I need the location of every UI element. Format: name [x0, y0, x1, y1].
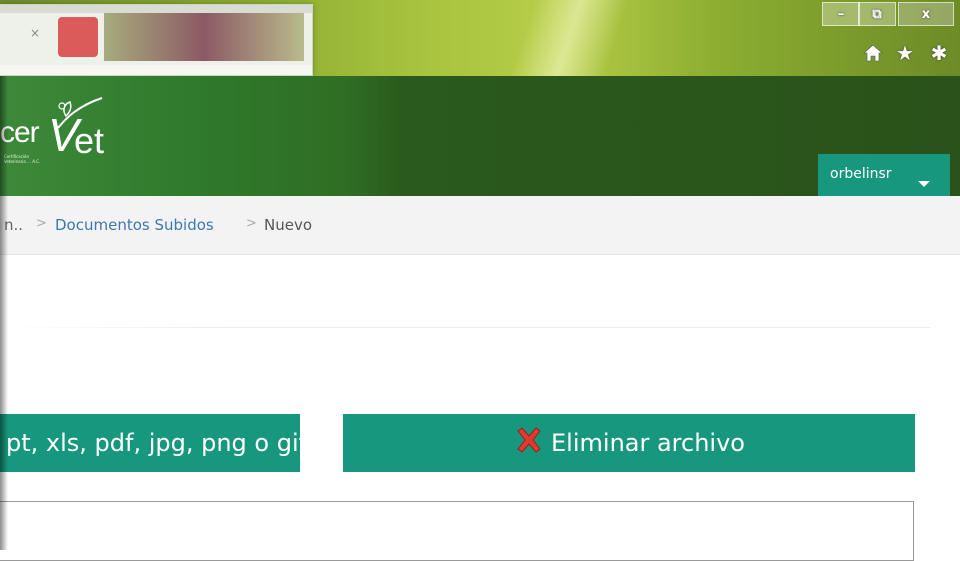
breadcrumb-item-current: Nuevo	[264, 216, 313, 234]
thumbnail-image	[104, 13, 304, 61]
breadcrumb-separator-icon: >	[36, 216, 47, 231]
logo-subtitle: Certificación Veterinaria ... A.C.	[4, 154, 41, 164]
tab-thumbnail[interactable]: ×	[0, 4, 313, 76]
logo[interactable]: cer V et Certificación Veterinaria ... A…	[0, 94, 130, 184]
delete-file-button[interactable]: Eliminar archivo	[343, 414, 915, 472]
home-icon[interactable]	[862, 42, 884, 64]
delete-file-label: Eliminar archivo	[551, 429, 745, 457]
user-name: orbelinsr	[830, 166, 892, 182]
select-file-button[interactable]: pt, xls, pdf, jpg, png o gif	[0, 414, 300, 472]
content-divider	[0, 327, 930, 328]
breadcrumb-item-documentos-subidos[interactable]: Documentos Subidos	[55, 216, 214, 234]
thumbnail-strip	[0, 65, 312, 75]
logo-text-et: et	[74, 120, 105, 161]
caret-down-icon	[918, 181, 930, 187]
star-icon[interactable]: ★	[894, 42, 916, 64]
window-chrome: × – ⧉ x ★ ✱	[0, 0, 960, 76]
delete-x-icon	[513, 424, 545, 462]
close-button[interactable]: x	[898, 2, 954, 26]
breadcrumb: n.. > Documentos Subidos > Nuevo	[0, 196, 960, 255]
gear-icon[interactable]: ✱	[928, 42, 950, 64]
window-edge-shadow	[0, 76, 8, 550]
background-light-streak	[500, 0, 630, 76]
file-input-box[interactable]	[0, 501, 914, 561]
site-header: cer V et Certificación Veterinaria ... A…	[0, 76, 960, 216]
file-types-label: pt, xls, pdf, jpg, png o gif	[6, 429, 300, 457]
breadcrumb-separator-icon: >	[246, 216, 257, 231]
thumbnail-close-icon[interactable]: ×	[30, 27, 42, 39]
minimize-button[interactable]: –	[822, 2, 860, 26]
maximize-button[interactable]: ⧉	[858, 2, 896, 26]
thumbnail-image	[58, 17, 98, 57]
thumbnail-titlebar	[0, 5, 312, 13]
